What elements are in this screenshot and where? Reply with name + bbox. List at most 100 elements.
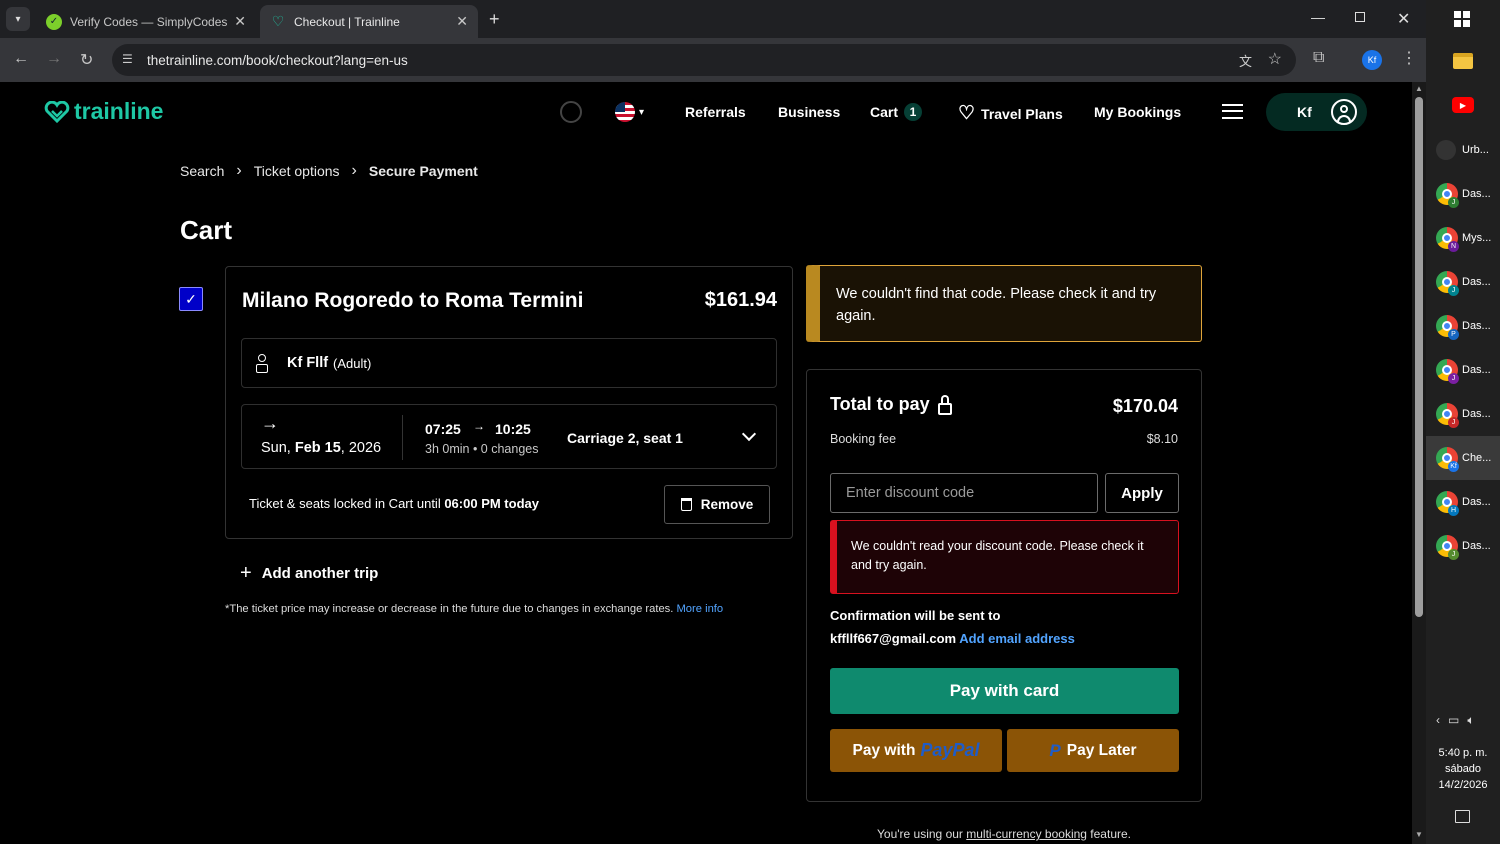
- scroll-down-icon[interactable]: ▼: [1415, 830, 1423, 839]
- close-tab-icon[interactable]: ✕: [456, 13, 468, 30]
- profile-avatar[interactable]: Kf: [1362, 50, 1382, 70]
- trainline-heart-icon: [44, 100, 70, 123]
- taskbar-item[interactable]: J Das...: [1426, 524, 1500, 568]
- browser-toolbar: ← → ↻ ☰ thetrainline.com/book/checkout?l…: [0, 38, 1426, 82]
- accessibility-icon[interactable]: [560, 101, 582, 123]
- notifications-icon[interactable]: [1455, 810, 1470, 823]
- taskbar-item[interactable]: N Mys...: [1426, 216, 1500, 260]
- passenger-name: Kf Fllf: [287, 355, 329, 371]
- trip-checkbox[interactable]: ✓: [179, 287, 203, 311]
- trainline-heart-icon: ♡: [271, 13, 285, 29]
- taskbar-item[interactable]: P Das...: [1426, 304, 1500, 348]
- email-value: kffllf667@gmail.com: [830, 631, 957, 646]
- nav-my-bookings[interactable]: My Bookings: [1094, 104, 1181, 120]
- youtube-icon[interactable]: ▶: [1452, 97, 1474, 113]
- breadcrumb: Search › Ticket options › Secure Payment: [180, 162, 478, 180]
- pay-with-card-button[interactable]: Pay with card: [830, 668, 1179, 714]
- new-tab-button[interactable]: +: [489, 9, 500, 30]
- add-email-link[interactable]: Add email address: [959, 631, 1075, 646]
- file-explorer-icon[interactable]: [1453, 53, 1473, 69]
- browser-tab-bar: ▾ ✓ Verify Codes — SimplyCodes ✕ ♡ Check…: [0, 0, 1426, 38]
- pay-with-label: Pay with: [852, 741, 916, 759]
- pay-later-label: Pay Later: [1066, 741, 1137, 759]
- chevron-left-icon[interactable]: ‹: [1436, 713, 1440, 728]
- remove-button[interactable]: Remove: [664, 485, 770, 524]
- user-icon: [1331, 99, 1357, 125]
- nav-travel-plans[interactable]: ♡ Travel Plans: [958, 102, 1063, 125]
- clock[interactable]: 5:40 p. m. sábado 14/2/2026: [1426, 745, 1500, 793]
- arrow-right-icon: →: [261, 413, 279, 433]
- trash-icon: [680, 498, 692, 511]
- breadcrumb-search[interactable]: Search: [180, 163, 224, 179]
- taskbar-item-active[interactable]: Kf Che...: [1426, 436, 1500, 480]
- scrollbar-thumb[interactable]: [1415, 97, 1423, 617]
- browser-menu-icon[interactable]: ⋮: [1401, 48, 1417, 68]
- chevron-right-icon: ›: [351, 162, 357, 179]
- nav-business[interactable]: Business: [778, 104, 840, 120]
- lock-icon: [937, 394, 952, 415]
- trainline-logo[interactable]: trainline: [44, 98, 163, 125]
- add-trip-button[interactable]: + Add another trip: [240, 563, 378, 583]
- profile-badge: J: [1448, 373, 1459, 384]
- taskbar-item[interactable]: J Das...: [1426, 348, 1500, 392]
- extensions-icon[interactable]: ⧉: [1313, 49, 1324, 67]
- tab-trainline[interactable]: ♡ Checkout | Trainline ✕: [260, 5, 478, 38]
- nav-cart[interactable]: Cart 1: [870, 103, 923, 121]
- site-info-icon[interactable]: ☰: [122, 52, 133, 66]
- network-icon[interactable]: ▭: [1448, 713, 1459, 728]
- taskbar-item[interactable]: H Das...: [1426, 480, 1500, 524]
- profile-badge: J: [1448, 549, 1459, 560]
- address-bar[interactable]: ☰ thetrainline.com/book/checkout?lang=en…: [112, 44, 1296, 76]
- tab-simplycodes[interactable]: ✓ Verify Codes — SimplyCodes ✕: [36, 5, 256, 38]
- email-row: kffllf667@gmail.com Add email address: [830, 631, 1075, 646]
- fee-label: Booking fee: [830, 432, 897, 446]
- breadcrumb-ticket-options[interactable]: Ticket options: [254, 163, 340, 179]
- minimize-button[interactable]: —: [1311, 9, 1325, 25]
- cart-count-badge: 1: [904, 103, 923, 121]
- restore-button[interactable]: [1355, 12, 1365, 22]
- nav-referrals[interactable]: Referrals: [685, 104, 746, 120]
- profile-badge: J: [1448, 197, 1459, 208]
- volume-icon[interactable]: 🔈︎: [1467, 713, 1474, 728]
- account-button[interactable]: Kf: [1266, 93, 1367, 131]
- paypal-p-icon: P: [1049, 740, 1061, 760]
- more-info-link[interactable]: More info: [676, 603, 723, 615]
- multi-currency-link[interactable]: multi-currency booking: [966, 827, 1087, 841]
- arrive-time: 10:25: [495, 421, 531, 437]
- app-icon: [1436, 140, 1456, 160]
- seat-info: Carriage 2, seat 1: [567, 430, 683, 446]
- windows-start-icon[interactable]: [1454, 11, 1470, 27]
- travel-plans-label: Travel Plans: [981, 105, 1063, 122]
- chevron-down-icon[interactable]: [741, 426, 757, 442]
- passenger-icon: [256, 354, 268, 374]
- taskbar-item[interactable]: J Das...: [1426, 392, 1500, 436]
- scroll-up-icon[interactable]: ▲: [1415, 84, 1423, 93]
- translate-icon[interactable]: 文: [1239, 51, 1252, 70]
- taskbar-item[interactable]: J Das...: [1426, 172, 1500, 216]
- page-title: Cart: [180, 215, 233, 245]
- close-tab-icon[interactable]: ✕: [234, 13, 246, 30]
- taskbar-item[interactable]: Urb...: [1426, 128, 1500, 172]
- pay-later-button[interactable]: P Pay Later: [1007, 729, 1179, 772]
- hamburger-menu-icon[interactable]: [1222, 104, 1243, 119]
- forward-icon[interactable]: →: [46, 50, 62, 68]
- chevron-right-icon: ›: [236, 162, 242, 179]
- reload-icon[interactable]: ↻: [80, 50, 93, 70]
- fee-value: $8.10: [1146, 432, 1178, 446]
- tab-list-button[interactable]: ▾: [6, 7, 30, 31]
- language-selector[interactable]: ▾: [615, 102, 644, 122]
- windows-taskbar: ▶ Urb... J Das... N Mys... J Das... P Das...…: [1426, 0, 1500, 844]
- taskbar-item[interactable]: J Das...: [1426, 260, 1500, 304]
- bookmark-star-icon[interactable]: ☆: [1268, 49, 1282, 69]
- journey-box[interactable]: → Sun, Feb 15, 2026 07:25 → 10:25 3h 0mi…: [241, 404, 777, 469]
- discount-code-input[interactable]: [830, 473, 1098, 513]
- page-scrollbar[interactable]: ▲ ▼: [1412, 82, 1426, 844]
- total-label-row: Total to pay: [830, 394, 952, 415]
- close-window-button[interactable]: ✕: [1397, 9, 1410, 29]
- paypal-logo: PayPal: [920, 740, 980, 760]
- paypal-button[interactable]: Pay with PayPal: [830, 729, 1002, 772]
- total-label: Total to pay: [830, 394, 930, 414]
- back-icon[interactable]: ←: [13, 50, 29, 68]
- divider: [402, 415, 403, 460]
- apply-button[interactable]: Apply: [1105, 473, 1179, 513]
